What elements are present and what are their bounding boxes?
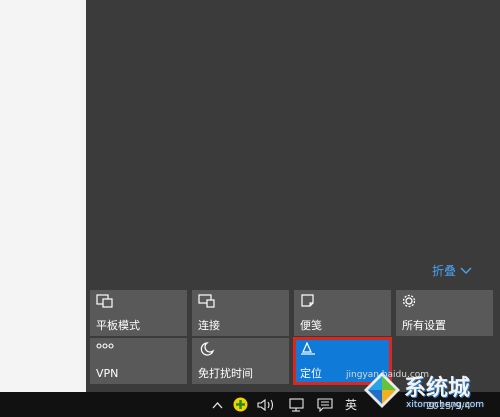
tile-label: 定位 [300, 367, 322, 380]
note-icon [301, 294, 314, 307]
network-button[interactable] [289, 396, 307, 413]
moon-icon [200, 342, 215, 356]
desktop-background [0, 0, 86, 392]
network-icon [289, 397, 304, 412]
tile-tablet-mode[interactable]: 平板模式 [90, 290, 187, 336]
collapse-label: 折叠 [432, 264, 457, 278]
tablet-mode-icon [96, 294, 113, 308]
baidu-watermark: jingyan.baidu.com [346, 370, 430, 380]
tile-connect[interactable]: 连接 [192, 290, 289, 336]
tile-all-settings[interactable]: 所有设置 [396, 290, 493, 336]
tile-quiet-hours[interactable]: 免打扰时间 [192, 338, 289, 384]
gear-icon [402, 294, 416, 308]
connect-icon [198, 294, 215, 308]
action-center-button[interactable] [317, 396, 333, 413]
input-language-button[interactable]: 英 [345, 396, 357, 413]
tile-note[interactable]: 便笺 [294, 290, 391, 336]
tray-app-icon[interactable] [233, 396, 248, 413]
chevron-up-icon [212, 401, 223, 408]
collapse-button[interactable]: 折叠 [432, 262, 472, 279]
watermark-site: xitongcheng.com [406, 400, 484, 410]
location-icon [301, 342, 315, 355]
tile-label: VPN [96, 367, 119, 380]
tile-label: 平板模式 [96, 319, 140, 332]
tile-vpn[interactable]: VPN [90, 338, 187, 384]
tile-label: 免打扰时间 [198, 367, 253, 380]
notification-icon [317, 397, 333, 412]
green-shield-icon [233, 397, 248, 412]
show-hidden-icons-button[interactable] [212, 396, 223, 413]
volume-button[interactable] [257, 396, 277, 413]
tile-label: 连接 [198, 319, 220, 332]
vpn-icon [96, 343, 114, 349]
tile-label: 所有设置 [402, 319, 446, 332]
speaker-icon [257, 398, 274, 411]
input-language-label: 英 [345, 398, 358, 412]
chevron-down-icon [460, 267, 472, 274]
tile-label: 便笺 [300, 319, 322, 332]
